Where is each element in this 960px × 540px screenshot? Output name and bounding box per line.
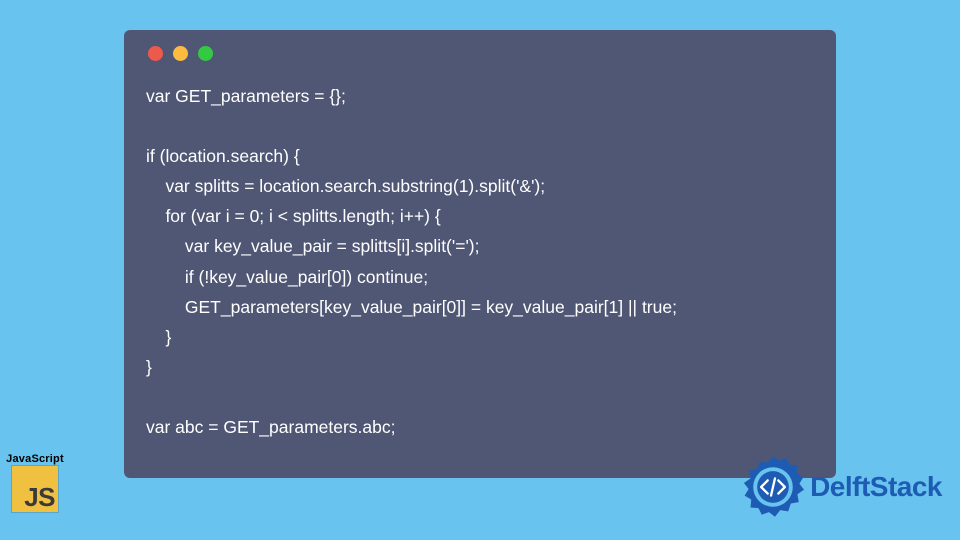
code-line: var GET_parameters = {}; [146, 86, 346, 106]
javascript-badge: JavaScript JS [6, 453, 64, 512]
delftstack-gear-icon [740, 454, 806, 520]
window-traffic-lights [148, 46, 814, 61]
javascript-logo-text: JS [24, 482, 55, 513]
brand-logo: DelftStack [740, 454, 942, 520]
code-block: var GET_parameters = {}; if (location.se… [146, 81, 814, 442]
javascript-logo-icon: JS [12, 466, 58, 512]
code-line: } [146, 327, 171, 347]
code-line: GET_parameters[key_value_pair[0]] = key_… [146, 297, 677, 317]
minimize-icon [173, 46, 188, 61]
code-line: var splitts = location.search.substring(… [146, 176, 545, 196]
brand-name: DelftStack [810, 471, 942, 503]
code-line: var abc = GET_parameters.abc; [146, 417, 396, 437]
code-line: var key_value_pair = splitts[i].split('=… [146, 236, 479, 256]
code-line: if (!key_value_pair[0]) continue; [146, 267, 428, 287]
code-line: for (var i = 0; i < splitts.length; i++)… [146, 206, 441, 226]
code-line: } [146, 357, 152, 377]
javascript-badge-label: JavaScript [6, 453, 64, 465]
close-icon [148, 46, 163, 61]
maximize-icon [198, 46, 213, 61]
code-window: var GET_parameters = {}; if (location.se… [124, 30, 836, 478]
code-line: if (location.search) { [146, 146, 300, 166]
